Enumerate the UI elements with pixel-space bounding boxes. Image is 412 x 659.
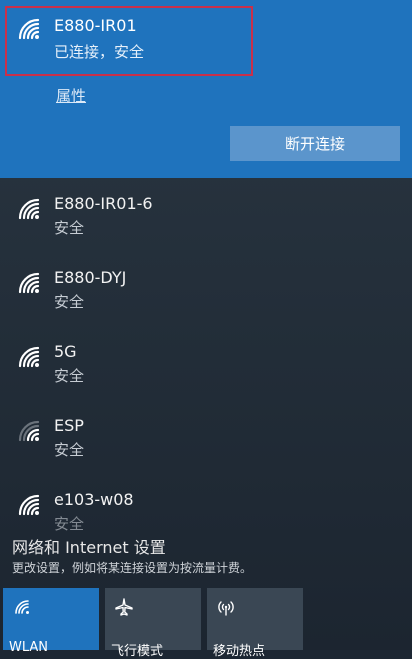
network-name: ESP	[54, 416, 84, 435]
wifi-signal-icon	[16, 196, 42, 222]
network-name: 5G	[54, 342, 77, 361]
network-name: E880-DYJ	[54, 268, 127, 287]
network-list-item[interactable]: ESP 安全	[0, 408, 412, 478]
wifi-weak-signal-icon	[16, 418, 42, 444]
network-list-item[interactable]: 5G 安全	[0, 334, 412, 404]
network-list-item[interactable]: E880-DYJ 安全	[0, 260, 412, 330]
wifi-signal-icon	[16, 492, 42, 518]
tile-label: WLAN	[9, 640, 49, 655]
network-security: 安全	[54, 293, 85, 311]
airplane-mode-tile[interactable]: 飞行模式	[105, 588, 201, 659]
wifi-signal-icon	[16, 270, 42, 296]
wifi-icon	[16, 16, 42, 42]
network-name: E880-IR01	[54, 16, 137, 35]
properties-link[interactable]: 属性	[56, 85, 86, 106]
network-security: 安全	[54, 219, 85, 237]
airplane-icon	[115, 598, 133, 616]
network-name: E880-IR01-6	[54, 194, 153, 213]
mobile-hotspot-tile[interactable]: 移动热点	[207, 588, 303, 659]
connected-network-item[interactable]: E880-IR01 已连接，安全 属性 断开连接	[0, 0, 412, 178]
wlan-toggle-tile[interactable]: WLAN	[3, 588, 99, 655]
network-list-item[interactable]: E880-IR01-6 安全	[0, 186, 412, 256]
network-security: 安全	[54, 367, 85, 385]
network-name: e103-w08	[54, 490, 134, 509]
wifi-icon	[13, 598, 31, 616]
disconnect-button[interactable]: 断开连接	[230, 126, 400, 161]
network-status: 已连接，安全	[54, 43, 145, 61]
network-settings-link[interactable]: 网络和 Internet 设置	[12, 534, 166, 558]
wifi-flyout-panel: E880-IR01 已连接，安全 属性 断开连接 E880-IR01-6 安全 …	[0, 0, 412, 659]
hotspot-icon	[217, 598, 235, 616]
network-security: 安全	[54, 441, 85, 459]
network-settings-description: 更改设置，例如将某连接设置为按流量计费。	[12, 561, 253, 575]
wifi-signal-icon	[16, 344, 42, 370]
network-security: 安全	[54, 515, 85, 533]
